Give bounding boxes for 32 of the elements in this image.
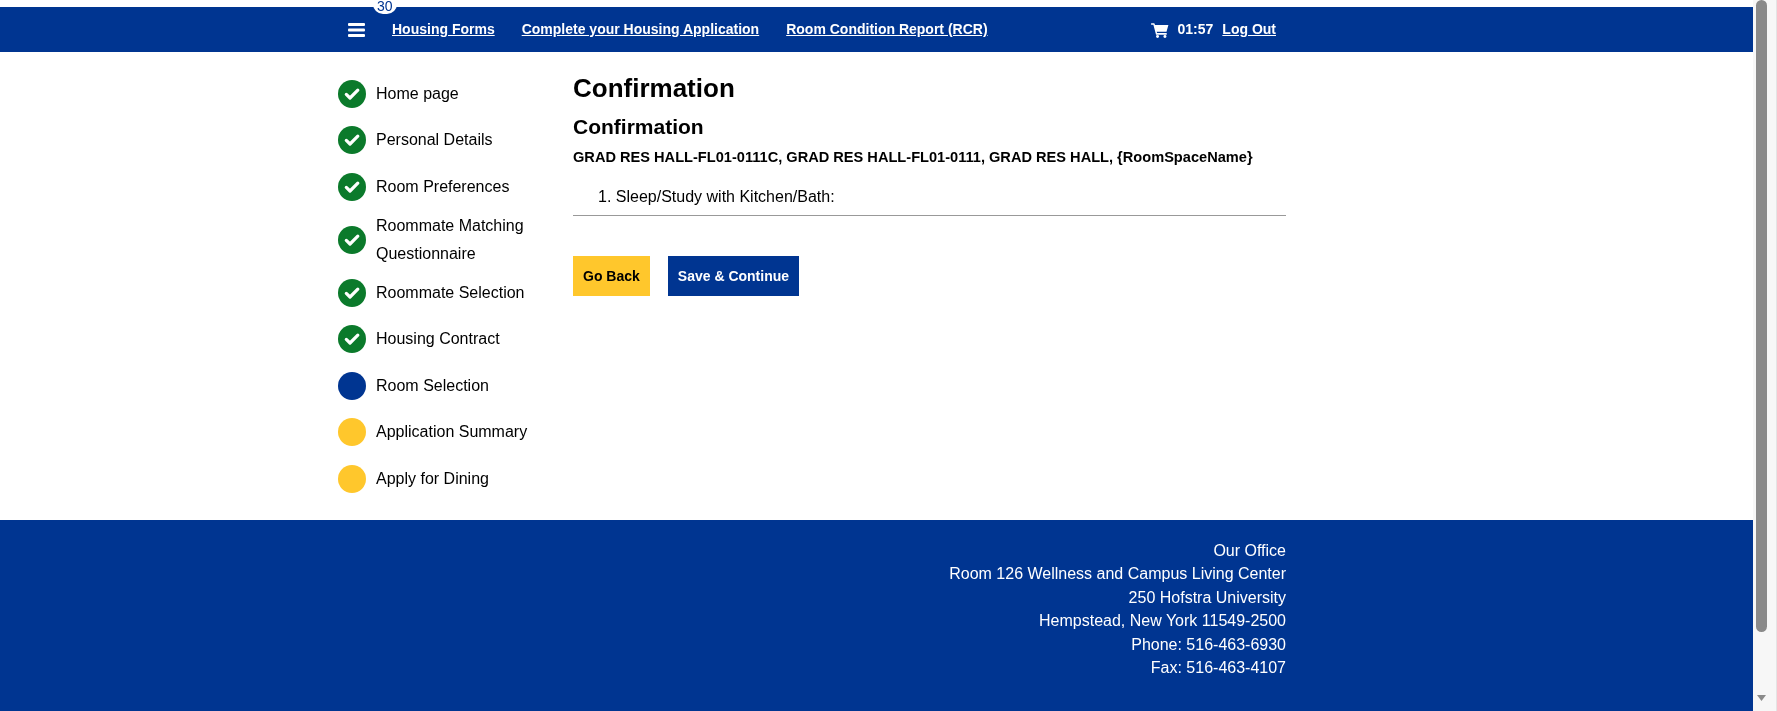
cart-icon[interactable]: [1150, 21, 1169, 38]
step-label: Apply for Dining: [376, 468, 490, 489]
session-timer: 01:57: [1177, 20, 1214, 39]
counter-badge: 30: [373, 0, 397, 14]
back-button[interactable]: Go Back: [573, 256, 650, 296]
room-assignment: GRAD RES HALL-FL01-0111C, GRAD RES HALL-FL01-0111, GRAD RES HALL, {RoomSpaceName}: [573, 148, 1254, 167]
address-line: 250 Hofstra University: [1127, 587, 1286, 608]
step-label: Housing Contract: [376, 329, 501, 349]
address-line: Phone: 516-463-6930: [1130, 634, 1286, 655]
scroll-down-arrow-icon[interactable]: [1757, 695, 1766, 701]
step-label: Roommate Matching Questionnaire: [376, 215, 525, 264]
nav-link[interactable]: Room Condition Report (RCR): [786, 19, 988, 40]
save-button[interactable]: Save & Continue: [667, 256, 800, 296]
step-label: Roommate Selection: [376, 282, 526, 303]
step-label: Application Summary: [376, 422, 529, 442]
list-item: 1. Sleep/Study with Kitchen/Bath:: [597, 187, 836, 207]
office-title: Our Office: [1212, 541, 1286, 561]
logout-link[interactable]: Log Out: [1222, 19, 1276, 40]
address-line: Hempstead, New York 11549-2500: [1038, 611, 1286, 632]
step-label: Room Selection: [376, 375, 490, 396]
step-label: Personal Details: [376, 130, 494, 150]
step-label: Home page: [376, 83, 460, 104]
address-line: Room 126 Wellness and Campus Living Center: [948, 564, 1286, 585]
scrollbar[interactable]: [1753, 0, 1777, 711]
menu-icon[interactable]: [348, 22, 365, 37]
step-label: Room Preferences: [376, 176, 511, 197]
scrollbar-thumb[interactable]: [1756, 0, 1767, 632]
nav-link[interactable]: Housing Forms: [392, 19, 495, 40]
nav-link[interactable]: Complete your Housing Application: [521, 19, 760, 40]
address-line: Fax: 516-463-4107: [1149, 658, 1286, 679]
page-title: Confirmation: [573, 72, 736, 104]
section-heading: Confirmation: [573, 114, 705, 140]
